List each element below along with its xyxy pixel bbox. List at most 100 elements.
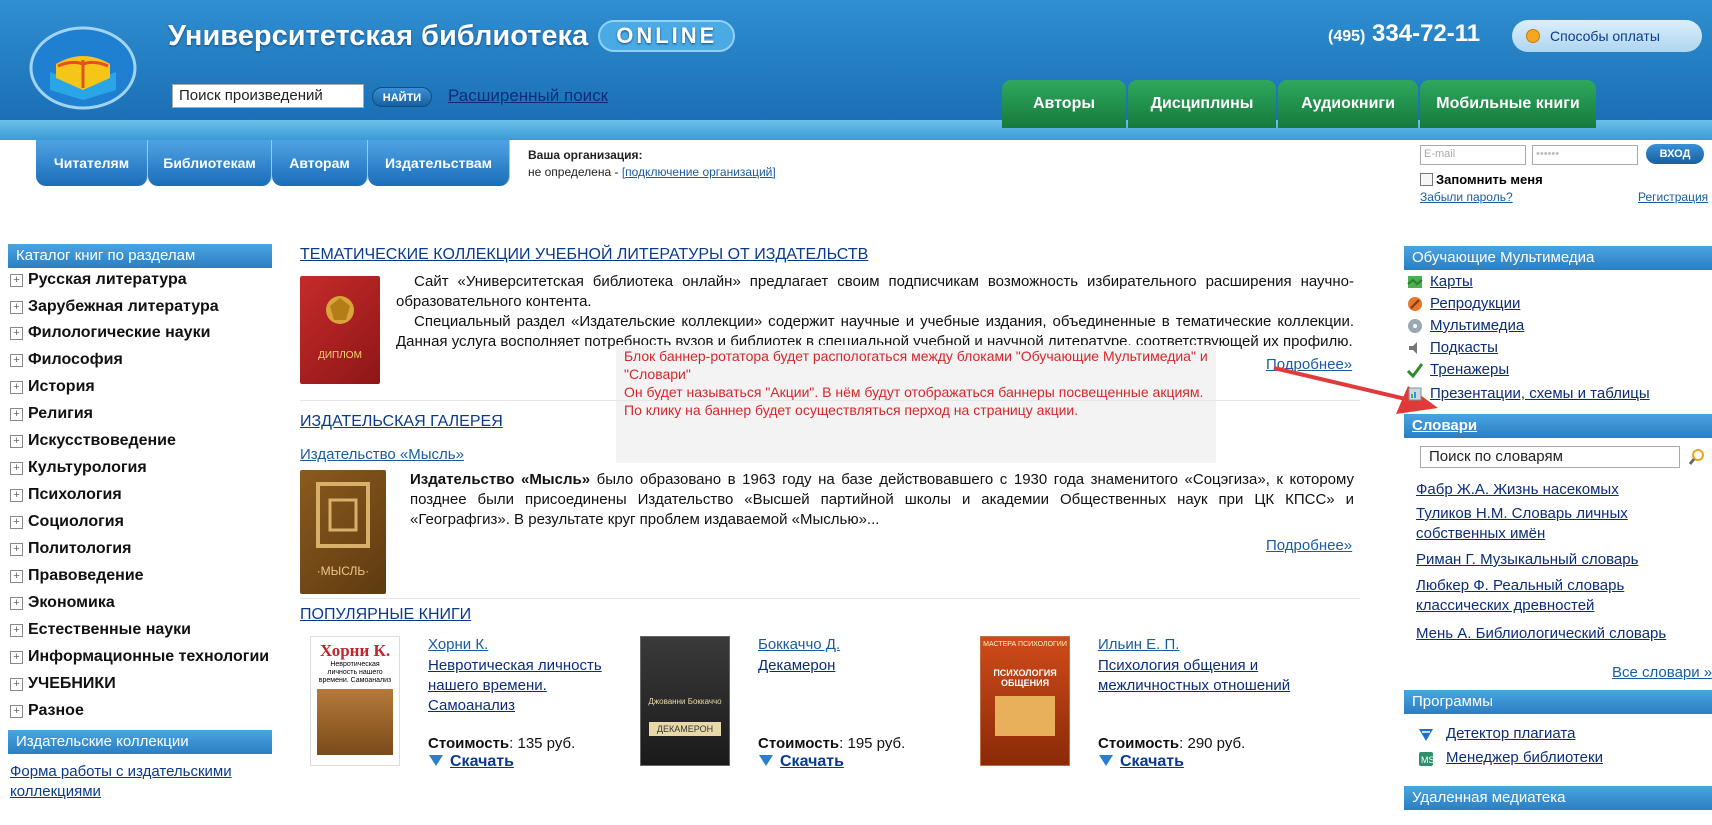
book-title-link[interactable]: Психология общения и межличностных отнош… xyxy=(1098,656,1298,696)
dictionary-link[interactable]: Риман Г. Музыкальный словарь xyxy=(1416,550,1712,570)
multimedia-podcasts-link[interactable]: Подкасты xyxy=(1430,338,1498,358)
book-cover[interactable]: МАСТЕРА ПСИХОЛОГИИ ПСИХОЛОГИЯ ОБЩЕНИЯ xyxy=(980,636,1070,766)
gallery-more-link[interactable]: Подробнее» xyxy=(1266,537,1352,554)
catalog-item[interactable]: + Философия xyxy=(10,351,123,369)
catalog-item[interactable]: + Религия xyxy=(10,405,93,423)
forgot-password-link[interactable]: Забыли пароль? xyxy=(1420,190,1513,204)
download-link[interactable]: Скачать xyxy=(428,753,514,771)
catalog-item[interactable]: + Психология xyxy=(10,486,122,504)
collections-form-link[interactable]: Форма работы с издательскими коллекциями xyxy=(10,762,270,802)
password-field[interactable]: •••••• xyxy=(1532,145,1638,165)
all-dictionaries-link[interactable]: Все словари » xyxy=(1612,664,1712,681)
catalog-item[interactable]: + Информационные технологии xyxy=(10,648,269,666)
payment-methods-button[interactable]: Способы оплаты xyxy=(1512,20,1702,52)
catalog-item[interactable]: + Искусствоведение xyxy=(10,432,176,450)
payment-methods-link[interactable]: Способы оплаты xyxy=(1550,28,1660,44)
multimedia-presentations-link[interactable]: Презентации, схемы и таблицы xyxy=(1430,384,1650,404)
dictionary-link[interactable]: Мень А. Библиологический словарь xyxy=(1416,624,1712,644)
thematic-collections-title[interactable]: ТЕМАТИЧЕСКИЕ КОЛЛЕКЦИИ УЧЕБНОЙ ЛИТЕРАТУР… xyxy=(300,246,868,264)
publisher-cover-label: ·МЫСЛЬ· xyxy=(316,564,370,578)
book-author-link[interactable]: Ильин Е. П. xyxy=(1098,636,1179,653)
library-logo[interactable] xyxy=(28,20,138,110)
catalog-item[interactable]: + Социология xyxy=(10,513,124,531)
expand-icon[interactable]: + xyxy=(10,570,23,583)
dictionary-search-input[interactable]: Поиск по словарям xyxy=(1420,446,1680,468)
expand-icon[interactable]: + xyxy=(10,624,23,637)
expand-icon[interactable]: + xyxy=(10,435,23,448)
book-cover[interactable]: Хорни К. Невротическая личность нашего в… xyxy=(310,636,400,766)
multimedia-media-link[interactable]: Мультимедиа xyxy=(1430,316,1524,336)
subnav-authors[interactable]: Авторам xyxy=(272,140,368,186)
search-input[interactable]: Поиск произведений xyxy=(172,84,364,108)
site-title[interactable]: Университетская библиотека ONLINE xyxy=(168,20,736,53)
download-link[interactable]: Скачать xyxy=(1098,753,1184,771)
remember-me[interactable]: Запомнить меня xyxy=(1420,172,1543,187)
catalog-item[interactable]: + УЧЕБНИКИ xyxy=(10,675,116,693)
expand-icon[interactable]: + xyxy=(10,678,23,691)
expand-icon[interactable]: + xyxy=(10,381,23,394)
remember-checkbox[interactable] xyxy=(1420,173,1433,186)
catalog-item[interactable]: + Культурология xyxy=(10,459,147,477)
diploma-cover[interactable]: ДИПЛОМ xyxy=(300,276,380,384)
subnav-libraries[interactable]: Библиотекам xyxy=(148,140,272,186)
expand-icon[interactable]: + xyxy=(10,651,23,664)
expand-icon[interactable]: + xyxy=(10,462,23,475)
dictionary-link[interactable]: Фабр Ж.А. Жизнь насекомых xyxy=(1416,480,1706,500)
expand-icon[interactable]: + xyxy=(10,408,23,421)
expand-icon[interactable]: + xyxy=(10,543,23,556)
library-manager-link[interactable]: Менеджер библиотеки xyxy=(1446,748,1603,768)
programs-heading: Программы xyxy=(1404,690,1712,714)
subnav-readers[interactable]: Читателям xyxy=(36,140,148,186)
expand-icon[interactable]: + xyxy=(10,354,23,367)
popular-books-title[interactable]: ПОПУЛЯРНЫЕ КНИГИ xyxy=(300,606,471,624)
catalog-item[interactable]: + Экономика xyxy=(10,594,115,612)
book-cover[interactable]: Джованни Боккаччо ДЕКАМЕРОН xyxy=(640,636,730,766)
expand-icon[interactable]: + xyxy=(10,705,23,718)
book-title-link[interactable]: Декамерон xyxy=(758,656,948,676)
publisher-cover[interactable]: ·МЫСЛЬ· xyxy=(300,470,386,594)
multimedia-trainers-link[interactable]: Тренажеры xyxy=(1430,360,1509,380)
multimedia-maps-link[interactable]: Карты xyxy=(1430,272,1473,292)
price-value: : 135 руб. xyxy=(509,735,576,752)
expand-icon[interactable]: + xyxy=(10,301,23,314)
catalog-item-label: Социология xyxy=(28,513,124,530)
expand-icon[interactable]: + xyxy=(10,489,23,502)
book-author-link[interactable]: Хорни К. xyxy=(428,636,488,653)
catalog-item[interactable]: + Разное xyxy=(10,702,84,720)
subnav-publishers[interactable]: Издательствам xyxy=(368,140,510,186)
publisher-link[interactable]: Издательство «Мысль» xyxy=(300,446,464,463)
dictionary-link[interactable]: Туликов Н.М. Словарь личных собственных … xyxy=(1416,504,1656,544)
advanced-search-link[interactable]: Расширенный поиск xyxy=(448,86,608,106)
tab-disciplines[interactable]: Дисциплины xyxy=(1128,80,1276,128)
book-title-link[interactable]: Невротическая личность нашего времени. С… xyxy=(428,656,618,716)
multimedia-reproductions-link[interactable]: Репродукции xyxy=(1430,294,1520,314)
catalog-item[interactable]: + Филологические науки xyxy=(10,324,210,342)
login-button[interactable]: ВХОД xyxy=(1646,144,1704,164)
dictionaries-heading[interactable]: Словари xyxy=(1404,414,1712,438)
plagiarism-detector-link[interactable]: Детектор плагиата xyxy=(1446,724,1575,744)
book-author-link[interactable]: Боккаччо Д. xyxy=(758,636,840,653)
catalog-item[interactable]: + Русская литература xyxy=(10,271,187,289)
expand-icon[interactable]: + xyxy=(10,274,23,287)
dictionary-link[interactable]: Любкер Ф. Реальный словарь классических … xyxy=(1416,576,1676,616)
search-button[interactable]: НАЙТИ xyxy=(372,87,432,107)
register-link[interactable]: Регистрация xyxy=(1638,190,1708,204)
tab-mobile-books[interactable]: Мобильные книги xyxy=(1420,80,1596,128)
email-field[interactable]: E-mail xyxy=(1420,145,1526,165)
catalog-item[interactable]: + Естественные науки xyxy=(10,621,191,639)
catalog-item[interactable]: + Политология xyxy=(10,540,131,558)
catalog-item[interactable]: + Правоведение xyxy=(10,567,144,585)
tab-audiobooks[interactable]: Аудиокниги xyxy=(1278,80,1418,128)
connect-organization-link[interactable]: [подключение организаций] xyxy=(622,165,776,179)
tab-authors[interactable]: Авторы xyxy=(1002,80,1126,128)
gallery-title[interactable]: ИЗДАТЕЛЬСКАЯ ГАЛЕРЕЯ xyxy=(300,413,503,431)
catalog-item[interactable]: + Зарубежная литература xyxy=(10,298,219,316)
expand-icon[interactable]: + xyxy=(10,516,23,529)
expand-icon[interactable]: + xyxy=(10,327,23,340)
book-cover-title: ПСИХОЛОГИЯ ОБЩЕНИЯ xyxy=(993,668,1057,688)
expand-icon[interactable]: + xyxy=(10,597,23,610)
search-icon[interactable] xyxy=(1688,448,1706,466)
catalog-item[interactable]: + История xyxy=(10,378,95,396)
catalog-item-label: Разное xyxy=(28,702,84,719)
download-link[interactable]: Скачать xyxy=(758,753,844,771)
